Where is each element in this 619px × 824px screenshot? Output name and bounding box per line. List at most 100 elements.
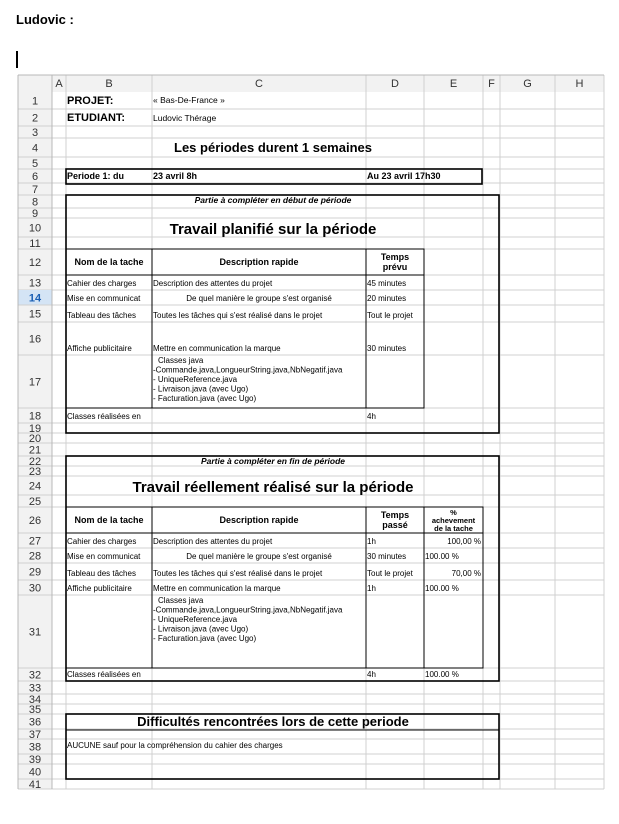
planned-task-desc: De quel manière le groupe s'est organisé [186,294,332,303]
row-header-30[interactable]: 30 [29,583,41,595]
row-header-12[interactable]: 12 [29,257,41,269]
done-col-header: % achevement de la tache [432,508,476,533]
row-header-1[interactable]: 1 [32,96,38,108]
done-task-desc-line: - UniqueReference.java [153,615,238,624]
done-task-desc: Description des attentes du projet [153,537,273,546]
row-header-13[interactable]: 13 [29,278,41,290]
planned-task-desc: Mettre en communication la marque [153,344,281,353]
done-task-pct: 70,00 % [452,569,481,578]
difficulties-text: AUCUNE sauf pour la compréhension du cah… [67,741,283,750]
column-header-f[interactable]: F [488,78,495,90]
planned-task-name: Classes réalisées en [67,412,141,421]
done-task-name: Classes réalisées en [67,670,141,679]
row-header-6[interactable]: 6 [32,171,38,183]
done-task-desc-line: - Livraison.java (avec Ugo) [153,625,248,634]
done-task-time: 30 minutes [367,552,406,561]
done-task-name: Affiche publicitaire [67,584,132,593]
done-col-header: Nom de la tache [74,515,143,525]
planned-task-time: 45 minutes [367,279,406,288]
column-header-h[interactable]: H [576,78,584,90]
done-note: Partie à compléter en fin de période [201,456,345,466]
row-header-14[interactable]: 14 [29,293,42,305]
column-header-g[interactable]: G [523,78,532,90]
planned-col-header: Description rapide [219,257,298,267]
row-header-32[interactable]: 32 [29,670,41,682]
row-header-8[interactable]: 8 [32,197,38,209]
row-header-21[interactable]: 21 [29,445,41,457]
row-header-24[interactable]: 24 [29,481,41,493]
planned-task-desc-line: - Livraison.java (avec Ugo) [153,385,248,394]
done-task-pct: 100.00 % [425,584,459,593]
row-header-33[interactable]: 33 [29,683,41,695]
done-task-pct: 100.00 % [425,552,459,561]
done-task-time: 1h [367,537,376,546]
done-task-desc: Mettre en communication la marque [153,584,281,593]
periode-label: Periode 1: du [67,171,124,181]
periods-title: Les périodes durent 1 semaines [174,140,372,155]
row-header-16[interactable]: 16 [29,334,41,346]
done-task-desc: Toutes les tâches qui s'est réalisé dans… [153,569,323,578]
row-header-7[interactable]: 7 [32,184,38,196]
column-header-a[interactable]: A [55,78,63,90]
planned-note: Partie à compléter en début de période [195,195,352,205]
row-header-28[interactable]: 28 [29,551,41,563]
planned-task-name: Affiche publicitaire [67,344,132,353]
planned-task-desc: Toutes les tâches qui s'est réalisé dans… [153,311,323,320]
planned-task-time: 20 minutes [367,294,406,303]
difficulties-title: Difficultés rencontrées lors de cette pe… [137,714,409,729]
row-header-26[interactable]: 26 [29,515,41,527]
planned-task-desc-line: Classes java [158,356,204,365]
row-header-25[interactable]: 25 [29,496,41,508]
row-header-29[interactable]: 29 [29,567,41,579]
done-task-desc-line: Classes java [158,596,204,605]
periode-start: 23 avril 8h [153,171,197,181]
row-header-11[interactable]: 11 [29,238,40,250]
row-header-18[interactable]: 18 [29,411,41,423]
column-header-b[interactable]: B [105,78,112,90]
planned-task-desc-line: - UniqueReference.java [153,375,238,384]
row-header-17[interactable]: 17 [29,377,41,389]
row-header-27[interactable]: 27 [29,536,41,548]
row-header-2[interactable]: 2 [32,113,38,125]
row-header-40[interactable]: 40 [29,767,41,779]
row-header-4[interactable]: 4 [32,143,38,155]
done-task-time: 1h [367,584,376,593]
row-header-10[interactable]: 10 [29,223,41,235]
row-header-36[interactable]: 36 [29,717,41,729]
row-header-15[interactable]: 15 [29,309,41,321]
done-col-header: Description rapide [219,515,298,525]
projet-label: PROJET: [67,95,113,107]
done-task-pct: 100,00 % [447,537,481,546]
planned-task-name: Mise en communicat [67,294,141,303]
done-title: Travail réellement réalisé sur la périod… [133,479,414,496]
periode-end: Au 23 avril 17h30 [367,171,441,181]
row-header-38[interactable]: 38 [29,742,41,754]
column-header-c[interactable]: C [255,78,263,90]
planned-task-name: Cahier des charges [67,279,136,288]
done-task-time: Tout le projet [367,569,414,578]
planned-task-desc-line: -Commande.java,LongueurString.java,NbNeg… [153,366,343,375]
etudiant-value: Ludovic Thérage [153,113,216,123]
row-header-5[interactable]: 5 [32,158,38,170]
planned-task-desc: Description des attentes du projet [153,279,273,288]
row-header-3[interactable]: 3 [32,127,38,139]
column-header-d[interactable]: D [391,78,399,90]
planned-task-time: 30 minutes [367,344,406,353]
done-task-desc-line: - Facturation.java (avec Ugo) [153,634,256,643]
done-task-time: 4h [367,670,376,679]
row-header-31[interactable]: 31 [29,627,41,639]
planned-title: Travail planifié sur la période [170,221,377,238]
spreadsheet[interactable]: A B C D E F G H12345678910111213141516171819202… [0,0,619,824]
planned-task-time: 4h [367,412,376,421]
etudiant-label: ETUDIANT: [67,112,125,124]
done-task-name: Mise en communicat [67,552,141,561]
planned-col-header: Temps prévu [381,252,409,272]
planned-task-time: Tout le projet [367,311,414,320]
done-task-desc: De quel manière le groupe s'est organisé [186,552,332,561]
projet-value: « Bas-De-France » [153,95,225,105]
done-task-name: Cahier des charges [67,537,136,546]
column-header-e[interactable]: E [450,78,457,90]
planned-col-header: Nom de la tache [74,257,143,267]
done-task-desc-line: -Commande.java,LongueurString.java,NbNeg… [153,606,343,615]
done-task-name: Tableau des tâches [67,569,136,578]
